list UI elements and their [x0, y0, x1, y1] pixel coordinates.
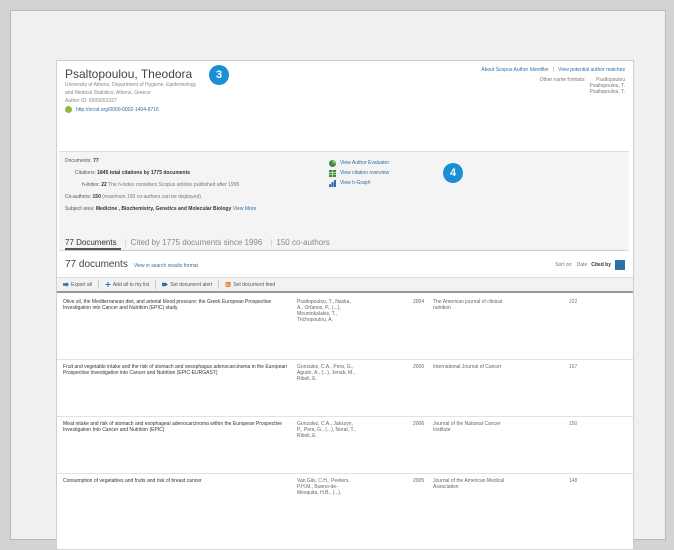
author-evaluator-label[interactable]: View Author Evaluator — [340, 160, 389, 166]
subject-value: Medicine , Biochemistry, Genetics and Mo… — [95, 206, 232, 212]
document-year: 2005 — [413, 478, 425, 484]
orcid-link[interactable]: http://orcid.org/0000-0002-1404-8716 — [65, 106, 365, 113]
author-evaluator-link[interactable]: View Author Evaluator — [329, 158, 389, 168]
bar-chart-icon — [329, 179, 336, 187]
h-graph-label[interactable]: View h-Graph — [340, 180, 370, 186]
pie-chart-icon — [329, 159, 336, 167]
document-year: 2004 — [413, 299, 425, 305]
rss-icon — [225, 282, 231, 287]
orcid-url[interactable]: http://orcid.org/0000-0002-1404-8716 — [76, 107, 159, 113]
coauthors-metric: Co-authors: 150 (maximum 150 co-authors … — [65, 194, 201, 200]
set-document-alert-button[interactable]: Set document alert — [162, 282, 212, 288]
author-line: Mesquita, H.B., (...), — [297, 490, 342, 496]
author-id: Author ID: 6505652327 — [65, 98, 117, 104]
tab-co-authors[interactable]: 150 co-authors — [276, 236, 333, 250]
tab-documents[interactable]: 77 Documents — [65, 236, 121, 250]
documents-value: 77 — [93, 158, 99, 164]
name-format: Psaltopoulou, T. — [589, 89, 626, 95]
document-authors: Psaltopoulou, T., Naska, A., Orfanos, P.… — [297, 299, 403, 323]
view-search-results-link[interactable]: View in search results format — [134, 263, 198, 269]
document-cited-count[interactable]: 148 — [569, 478, 577, 484]
citations-metric: Citations: 1845 total citations by 1775 … — [75, 170, 190, 176]
hindex-metric: h-index: 22 The h-index considers Scopus… — [82, 182, 239, 188]
documents-metric: Documents: 77 — [65, 158, 99, 164]
document-cited-count[interactable]: 167 — [569, 364, 577, 370]
hindex-label: h-index: — [82, 182, 100, 188]
sort-cited-by-option[interactable]: Cited by — [591, 262, 611, 268]
documents-count-heading: 77 documents View in search results forma… — [65, 259, 198, 270]
callout-badge-3: 3 — [209, 65, 229, 85]
coauthors-note: (maximum 150 co-authors can be displayed… — [102, 194, 201, 200]
documents-toolbar: Export all Add all to my list Set docume… — [57, 277, 633, 293]
coauthors-label: Co-authors: — [65, 194, 92, 200]
document-title[interactable]: Fruit and vegetable intake and the risk … — [63, 364, 291, 376]
document-authors: Gonzalez, C.A., Pera, G., Agudo, A., (..… — [297, 364, 403, 382]
document-journal: Journal of the National Cancer Institute — [433, 421, 501, 433]
document-row: Meat intake and risk of stomach and esop… — [57, 417, 633, 474]
export-all-button[interactable]: Export all — [63, 282, 92, 288]
document-cited-count[interactable]: 150 — [569, 421, 577, 427]
add-all-label[interactable]: Add all to my list — [113, 282, 149, 288]
export-icon — [63, 282, 69, 287]
author-profile-page: Psaltopoulou, Theodora University of Ath… — [56, 60, 634, 549]
author-line: Riboli, E. — [297, 433, 318, 439]
document-journal: The American journal of clinical nutriti… — [433, 299, 503, 311]
profile-tabs: 77 Documents | Cited by 1775 documents s… — [65, 236, 625, 251]
set-feed-label[interactable]: Set document feed — [233, 282, 275, 288]
set-alert-label[interactable]: Set document alert — [170, 282, 212, 288]
sort-controls: Sort on: Date Cited by — [555, 260, 625, 270]
bell-icon — [162, 282, 169, 287]
other-formats-label: Other name formats: — [539, 77, 586, 83]
citation-overview-label[interactable]: View citation overview — [340, 170, 389, 176]
document-title[interactable]: Meat intake and risk of stomach and esop… — [63, 421, 291, 433]
tab-cited-by[interactable]: Cited by 1775 documents since 1996 — [131, 236, 267, 250]
sort-label: Sort on: — [555, 262, 573, 268]
document-year: 2006 — [413, 421, 425, 427]
document-year: 2006 — [413, 364, 425, 370]
hindex-value: 22 — [101, 182, 107, 188]
export-all-label[interactable]: Export all — [71, 282, 92, 288]
table-icon — [329, 169, 336, 177]
author-links: About Scopus Author Identifier | View pote… — [481, 67, 625, 73]
citations-label: Citations: — [75, 170, 96, 176]
sort-direction-button[interactable] — [615, 260, 625, 270]
document-authors: Gonzalez, C.A., Jakszyn, P., Pera, G., (… — [297, 421, 403, 439]
author-affiliation-line-2: and Medical Statistics, Athens, Greece — [65, 90, 151, 96]
h-graph-link[interactable]: View h-Graph — [329, 178, 389, 188]
document-row: Olive oil, the Mediterranean diet, and a… — [57, 295, 633, 360]
view-potential-matches-link[interactable]: View potential author matches — [558, 67, 625, 73]
document-authors: Van Gils, C.H., Peeters, P.H.M., Bueno-d… — [297, 478, 403, 496]
document-title[interactable]: Olive oil, the Mediterranean diet, and a… — [63, 299, 291, 311]
hindex-note: The h-index considers Scopus articles pu… — [108, 182, 240, 188]
citation-overview-link[interactable]: View citation overview — [329, 168, 389, 178]
subject-label: Subject area: — [65, 206, 95, 212]
document-journal: International Journal of Cancer — [433, 364, 502, 370]
author-line: Riboli, E. — [297, 376, 318, 382]
analysis-tools: View Author Evaluator View citation over… — [329, 158, 389, 188]
other-name-formats: Other name formats: Psaltopoulou Psaltop… — [465, 77, 625, 95]
set-document-feed-button[interactable]: Set document feed — [225, 282, 275, 288]
document-journal: Journal of the American Medical Associat… — [433, 478, 505, 490]
documents-count: 77 documents — [65, 259, 128, 270]
author-line: Trichopoulou, A. — [297, 317, 333, 323]
add-all-to-list-button[interactable]: Add all to my list — [105, 282, 149, 288]
plus-icon — [105, 282, 111, 287]
document-cited-count[interactable]: 222 — [569, 299, 577, 305]
citations-value[interactable]: 1845 total citations by 1775 documents — [97, 170, 190, 176]
subject-area-metric: Subject area: Medicine , Biochemistry, G… — [65, 206, 256, 212]
coauthors-value[interactable]: 150 — [93, 194, 101, 200]
document-row: Fruit and vegetable intake and the risk … — [57, 360, 633, 417]
about-author-identifier-link[interactable]: About Scopus Author Identifier — [481, 67, 549, 73]
document-row: Consumption of vegetables and fruits and… — [57, 474, 633, 549]
sort-date-option[interactable]: Date — [577, 262, 588, 268]
document-title[interactable]: Consumption of vegetables and fruits and… — [63, 478, 291, 484]
callout-badge-4: 4 — [443, 163, 463, 183]
orcid-icon — [65, 106, 72, 113]
view-more-link[interactable]: View More — [233, 206, 257, 212]
documents-label: Documents: — [65, 158, 92, 164]
